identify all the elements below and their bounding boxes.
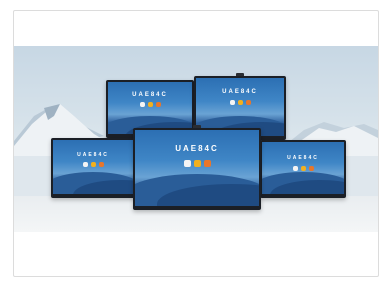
- camera-icon: [236, 73, 244, 76]
- pen-app-icon: [292, 166, 298, 171]
- pen-app-icon: [183, 160, 191, 167]
- whiteboard-app-icon: [90, 162, 96, 167]
- product-banner-image: UAE84C UAE84C UAE84C UAE84C UAE84C: [14, 46, 378, 232]
- display-front-left: UAE84C: [51, 138, 135, 198]
- pen-app-icon: [139, 102, 145, 107]
- camera-icon: [193, 125, 201, 128]
- folder-app-icon: [155, 102, 161, 107]
- pen-app-icon: [82, 162, 88, 167]
- whiteboard-app-icon: [147, 102, 153, 107]
- folder-app-icon: [203, 160, 211, 167]
- folder-app-icon: [308, 166, 314, 171]
- pen-app-icon: [229, 100, 235, 105]
- display-front-center: UAE84C: [133, 125, 261, 210]
- display-brand-text: UAE84C: [287, 155, 319, 161]
- folder-app-icon: [245, 100, 251, 105]
- display-brand-text: UAE84C: [132, 92, 168, 98]
- folder-app-icon: [98, 162, 104, 167]
- display-front-right: UAE84C: [260, 140, 346, 198]
- display-brand-text: UAE84C: [175, 144, 219, 153]
- whiteboard-app-icon: [300, 166, 306, 171]
- whiteboard-app-icon: [237, 100, 243, 105]
- whiteboard-app-icon: [193, 160, 201, 167]
- display-brand-text: UAE84C: [77, 152, 109, 158]
- display-brand-text: UAE84C: [222, 89, 258, 95]
